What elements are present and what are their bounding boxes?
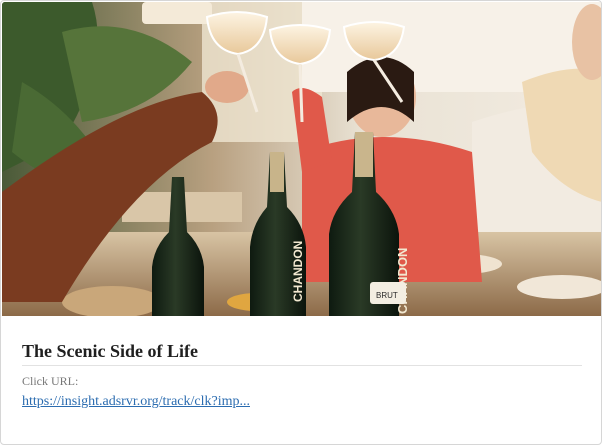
bottle-brand-text: CHANDON xyxy=(291,241,305,302)
click-url-link[interactable]: https://insight.adsrvr.org/track/clk?imp… xyxy=(22,394,250,410)
ad-title: The Scenic Side of Life xyxy=(22,339,582,366)
ad-info: The Scenic Side of Life Click URL: https… xyxy=(22,339,582,410)
bottle-label-text: BRUT xyxy=(376,291,398,300)
bottle-brand-text: CHANDON xyxy=(395,248,410,314)
ad-card: CHANDON CHANDON BRUT The Scenic Side of … xyxy=(0,0,602,445)
click-url-label: Click URL: xyxy=(22,374,79,388)
ad-image[interactable]: CHANDON CHANDON BRUT xyxy=(2,2,601,316)
